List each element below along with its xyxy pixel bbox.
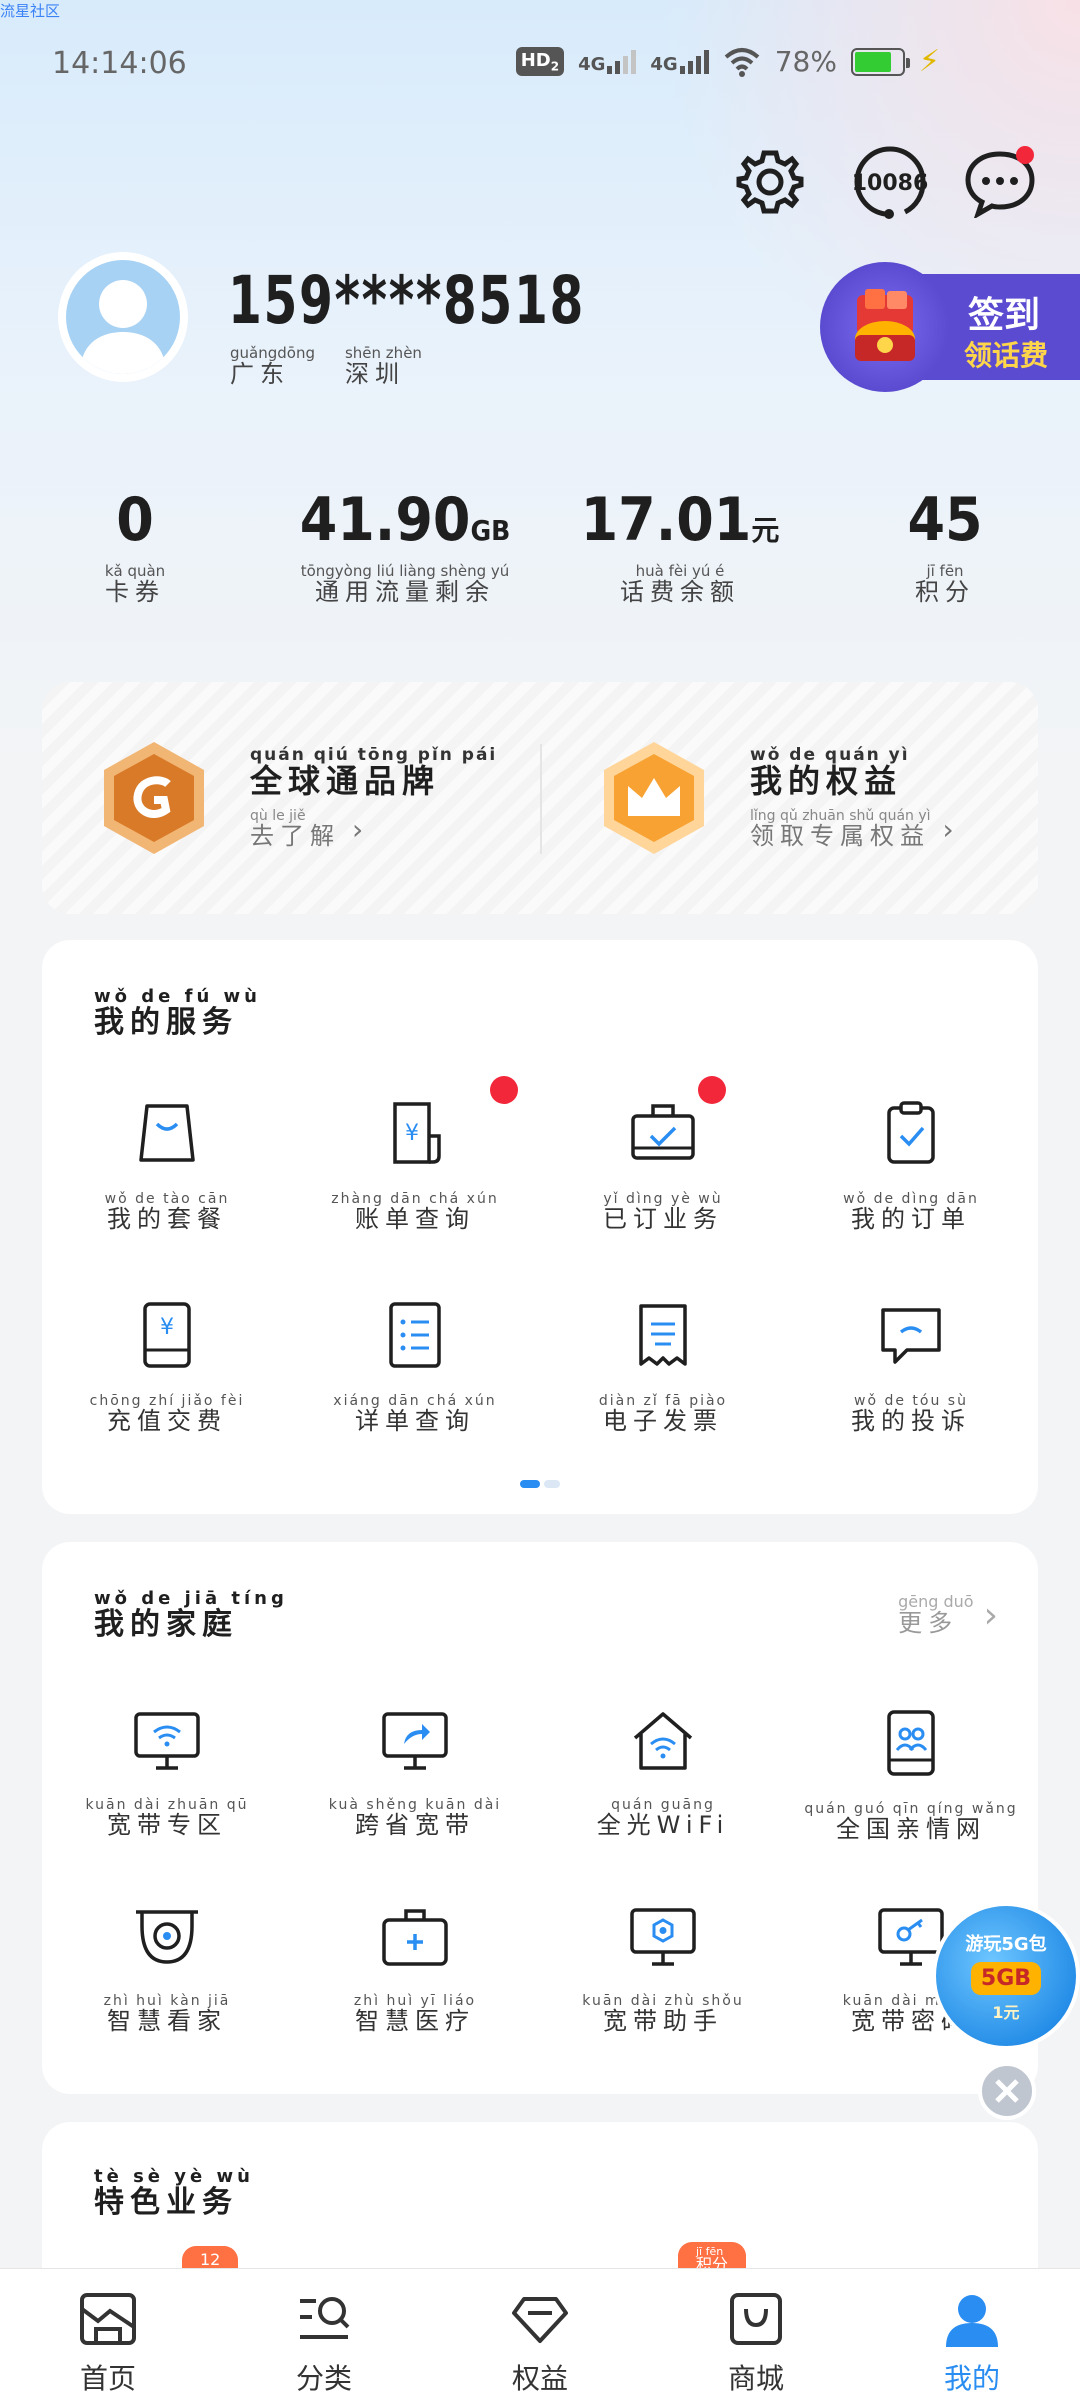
service-recharge[interactable]: ¥ chōng zhí jiǎo fèi 充值交费 bbox=[42, 1302, 292, 1434]
default-avatar-icon bbox=[80, 280, 166, 374]
service-my-complaint[interactable]: wǒ de tóu sù 我的投诉 bbox=[786, 1302, 1036, 1434]
family-more-link[interactable]: gēng duō 更多 › bbox=[898, 1594, 998, 1637]
svg-text:¥: ¥ bbox=[405, 1121, 419, 1146]
service-detail-query[interactable]: xiáng dān chá xún 详单查询 bbox=[290, 1302, 540, 1434]
camera-icon bbox=[136, 1910, 198, 1964]
monitor-gear-icon bbox=[630, 1908, 696, 1966]
chevron-right-icon: › bbox=[983, 1594, 998, 1636]
bill-unread-dot bbox=[490, 1076, 518, 1104]
location-city: shēn zhèn 深圳 bbox=[344, 344, 422, 388]
briefcase-check-icon bbox=[631, 1104, 695, 1160]
signal-1-icon: 4G bbox=[578, 49, 637, 74]
my-benefits-entry[interactable]: wǒ de quán yì 我的权益 lǐng qǔ zhuān shǔ quán… bbox=[598, 738, 954, 858]
chat-icon bbox=[881, 1308, 941, 1364]
list-icon bbox=[389, 1302, 441, 1368]
clipboard-check-icon bbox=[887, 1101, 935, 1164]
svg-text:¥: ¥ bbox=[160, 1315, 174, 1340]
bag-icon bbox=[139, 1104, 195, 1162]
monitor-wifi-icon bbox=[134, 1712, 200, 1770]
red-envelope-icon bbox=[820, 262, 950, 392]
services-card: wǒ de fú wù 我的服务 wǒ de tào cān 我的套餐 ¥ zhàn… bbox=[42, 940, 1038, 1514]
home-photo-icon bbox=[80, 2293, 136, 2345]
phone-yuan-icon: ¥ bbox=[143, 1302, 191, 1368]
services-pager bbox=[520, 1480, 560, 1488]
family-card: wǒ de jiā tíng 我的家庭 gēng duō 更多 › kuān dài … bbox=[42, 1542, 1038, 2094]
category-search-icon bbox=[300, 2297, 350, 2339]
service-my-plan[interactable]: wǒ de tào cān 我的套餐 bbox=[42, 1100, 292, 1232]
bottom-nav: 首页 分类 权益 商城 我的 bbox=[0, 2268, 1080, 2408]
float-ad-volume: 5GB bbox=[970, 1961, 1042, 1995]
nav-category[interactable]: 分类 bbox=[216, 2269, 432, 2408]
home-wifi-icon bbox=[633, 1712, 693, 1770]
charging-icon: ⚡ bbox=[918, 44, 940, 79]
nav-benefits[interactable]: 权益 bbox=[432, 2269, 648, 2408]
chevron-right-icon: › bbox=[352, 812, 364, 846]
close-icon bbox=[995, 2079, 1019, 2103]
customer-service-icon[interactable]: 10086 bbox=[845, 142, 935, 222]
nav-mall[interactable]: 商城 bbox=[648, 2269, 864, 2408]
family-title: wǒ de jiā tíng 我的家庭 bbox=[94, 1588, 288, 1642]
settings-gear-icon[interactable] bbox=[730, 142, 810, 222]
family-smart-home-watch[interactable]: zhì huì kàn jiā 智慧看家 bbox=[42, 1906, 292, 2034]
battery-icon bbox=[850, 47, 910, 76]
watermark-tag: 流星社区 bbox=[0, 2, 61, 20]
monitor-share-icon bbox=[382, 1712, 448, 1770]
family-cross-province[interactable]: kuà shěng kuān dài 跨省宽带 bbox=[290, 1710, 540, 1838]
crown-hex-icon bbox=[604, 742, 704, 854]
receipt-icon bbox=[639, 1304, 687, 1366]
float-ad-price: 1元 bbox=[992, 2002, 1020, 2022]
location-province: guǎngdōng 广东 bbox=[230, 344, 315, 388]
float-ad-title: 游玩5G包 bbox=[965, 1933, 1047, 1955]
global-brand-entry[interactable]: quán qiú tōng pǐn pái 全球通品牌 qù le jiě 去了解 › bbox=[98, 738, 497, 858]
global-brand-hex-icon bbox=[104, 742, 204, 854]
floating-5g-ad[interactable]: 游玩5G包 5GB 1元 bbox=[932, 1902, 1080, 2050]
nav-home[interactable]: 首页 bbox=[0, 2269, 216, 2408]
signal-2-icon: 4G bbox=[650, 49, 709, 74]
signin-title: 签到 bbox=[968, 295, 1041, 336]
service-e-invoice[interactable]: diàn zǐ fā piào 电子发票 bbox=[538, 1302, 788, 1434]
wifi-icon bbox=[724, 47, 760, 77]
stat-balance[interactable]: 17.01元 huà fèi yú é 话费余额 bbox=[580, 490, 780, 605]
close-ad-button[interactable] bbox=[978, 2062, 1036, 2120]
family-smart-medical[interactable]: zhì huì yī liáo 智慧医疗 bbox=[290, 1906, 540, 2034]
status-time: 14:14:06 bbox=[52, 46, 187, 81]
signin-subtitle: 领话费 bbox=[964, 339, 1049, 372]
special-title: tè sè yè wù 特色业务 bbox=[94, 2166, 254, 2220]
family-all-optical-wifi[interactable]: quán guāng 全光WiFi bbox=[538, 1710, 788, 1838]
promo-divider bbox=[540, 744, 542, 854]
avatar[interactable] bbox=[58, 252, 188, 382]
service-my-orders[interactable]: wǒ de dìng dān 我的订单 bbox=[786, 1100, 1036, 1232]
battery-percent: 78% bbox=[774, 45, 837, 78]
hd-voice-icon: HD2 bbox=[515, 46, 565, 77]
stat-points[interactable]: 45 jī fēn 积分 bbox=[870, 490, 1020, 605]
diamond-icon bbox=[512, 2297, 568, 2343]
message-unread-dot bbox=[1016, 146, 1034, 164]
message-icon[interactable] bbox=[960, 142, 1040, 222]
stat-coupons[interactable]: 0 kǎ quàn 卡券 bbox=[60, 490, 210, 605]
subscribed-unread-dot bbox=[698, 1076, 726, 1104]
bill-icon: ¥ bbox=[393, 1102, 441, 1164]
phone-number: 159****8518 bbox=[228, 262, 585, 339]
family-broadband-zone[interactable]: kuān dài zhuān qū 宽带专区 bbox=[42, 1710, 292, 1838]
nav-mine[interactable]: 我的 bbox=[864, 2269, 1080, 2408]
service-bill-query[interactable]: ¥ zhàng dān chá xún 账单查询 bbox=[290, 1076, 540, 1232]
status-icons: HD2 4G 4G 78% ⚡ bbox=[515, 44, 940, 79]
family-icon bbox=[887, 1710, 935, 1776]
family-broadband-assistant[interactable]: kuān dài zhù shǒu 宽带助手 bbox=[538, 1906, 788, 2034]
services-title: wǒ de fú wù 我的服务 bbox=[94, 986, 261, 1040]
shopping-bag-icon bbox=[730, 2293, 782, 2345]
signin-banner[interactable]: 签到 领话费 bbox=[820, 262, 1080, 392]
service-subscribed[interactable]: yǐ dìng yè wù 已订业务 bbox=[538, 1076, 788, 1232]
promo-card: quán qiú tōng pǐn pái 全球通品牌 qù le jiě 去了解 ›… bbox=[42, 682, 1038, 914]
location: guǎngdōng 广东 shēn zhèn 深圳 bbox=[230, 344, 422, 388]
family-national-kinship[interactable]: quán guó qīn qíng wǎng 全国亲情网 bbox=[786, 1710, 1036, 1842]
chevron-right-icon: › bbox=[942, 812, 954, 846]
profile-icon bbox=[946, 2295, 998, 2347]
stat-data-remaining[interactable]: 41.90GB tōngyòng liú liàng shèng yú 通用流量剩… bbox=[285, 490, 525, 605]
medical-kit-icon bbox=[382, 1909, 448, 1966]
support-number: 10086 bbox=[852, 171, 929, 196]
